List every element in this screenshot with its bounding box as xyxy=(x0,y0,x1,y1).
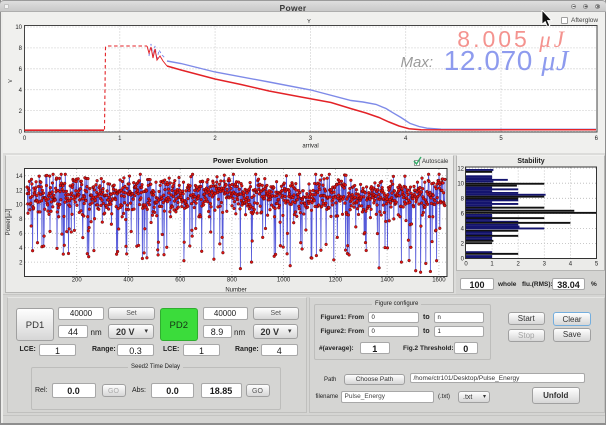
svg-text:5: 5 xyxy=(595,262,599,268)
svg-text:0: 0 xyxy=(464,262,468,268)
svg-text:4: 4 xyxy=(569,262,573,268)
svg-text:2: 2 xyxy=(461,242,465,248)
svg-text:2: 2 xyxy=(517,262,521,268)
svg-text:12: 12 xyxy=(457,166,464,172)
svg-text:1: 1 xyxy=(490,262,494,268)
svg-text:8: 8 xyxy=(19,217,23,223)
svg-text:600: 600 xyxy=(175,278,186,284)
svg-text:6: 6 xyxy=(19,232,23,238)
svg-text:1400: 1400 xyxy=(380,278,394,284)
svg-text:Stability: Stability xyxy=(517,158,544,165)
svg-text:Number: Number xyxy=(225,288,246,294)
svg-text:4: 4 xyxy=(19,246,23,252)
svg-text:400: 400 xyxy=(123,278,134,284)
svg-text:8: 8 xyxy=(461,197,465,203)
svg-text:200: 200 xyxy=(72,278,83,284)
svg-text:Power[μJ]: Power[μJ] xyxy=(6,208,12,235)
svg-text:1000: 1000 xyxy=(277,278,291,284)
svg-text:14: 14 xyxy=(16,174,23,180)
svg-text:2: 2 xyxy=(19,260,23,266)
svg-text:6: 6 xyxy=(461,212,465,218)
svg-text:12: 12 xyxy=(16,188,23,194)
svg-text:800: 800 xyxy=(227,278,238,284)
svg-text:10: 10 xyxy=(16,203,23,209)
svg-text:3: 3 xyxy=(543,262,547,268)
svg-text:1200: 1200 xyxy=(329,278,343,284)
svg-text:4: 4 xyxy=(461,227,465,233)
svg-text:10: 10 xyxy=(457,181,464,187)
svg-text:1600: 1600 xyxy=(432,278,446,284)
